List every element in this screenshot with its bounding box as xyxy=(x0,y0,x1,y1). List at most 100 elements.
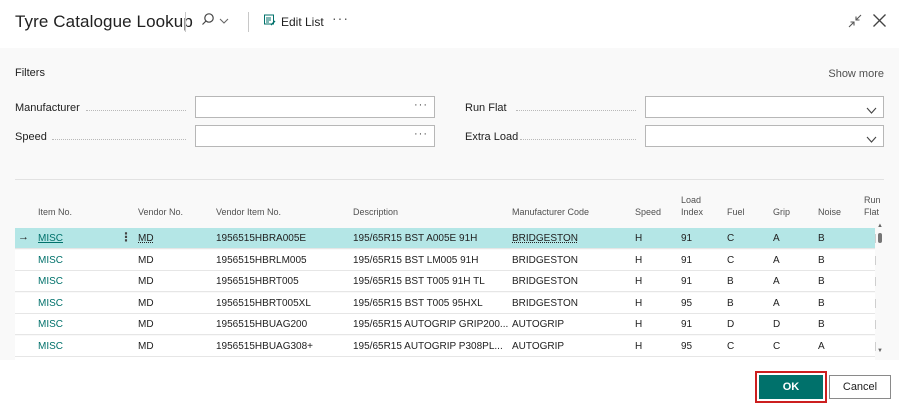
col-load-index-line1: Load xyxy=(681,195,702,205)
table-row[interactable]: → ⋮ MISC MD 1956515HBRA005E 195/65R15 BST A00… xyxy=(15,228,876,249)
cell-load-index: 91 xyxy=(681,254,693,266)
cell-vendor-no: MD xyxy=(138,233,154,244)
cell-noise: B xyxy=(818,297,825,309)
cell-item-no[interactable]: MISC xyxy=(38,276,63,287)
cell-noise: B xyxy=(818,233,825,244)
header-divider xyxy=(185,12,186,32)
dialog-title: Tyre Catalogue Lookup xyxy=(15,12,193,31)
cell-vendor-item-no: 1956515HBRT005XL xyxy=(216,297,311,309)
extra-load-select[interactable] xyxy=(645,125,884,147)
col-load-index[interactable]: Load Index xyxy=(681,194,703,218)
col-vendor-item-no[interactable]: Vendor Item No. xyxy=(216,206,281,218)
cell-description: 195/65R15 BST LM005 91H xyxy=(353,254,479,266)
col-run-flat-line1: Run xyxy=(864,195,881,205)
cell-description: 195/65R15 AUTOGRIP GRIP200... xyxy=(353,319,509,330)
speed-input[interactable]: ··· xyxy=(195,125,435,147)
table-row[interactable]: MISC MD 1956515HBRT005 195/65R15 BST T005 9… xyxy=(15,271,876,292)
col-item-no[interactable]: Item No. xyxy=(38,206,72,218)
cell-vendor-no: MD xyxy=(138,254,154,266)
cell-grip: A xyxy=(773,297,780,309)
run-flat-select[interactable] xyxy=(645,96,884,118)
manufacturer-lookup-button[interactable]: ··· xyxy=(414,99,428,111)
cell-item-no[interactable]: MISC xyxy=(38,319,63,330)
manufacturer-input[interactable]: ··· xyxy=(195,96,435,118)
cell-manufacturer-code: BRIDGESTON xyxy=(512,254,578,266)
ok-button[interactable]: OK xyxy=(759,375,823,399)
cell-vendor-no: MD xyxy=(138,297,154,309)
table-row[interactable]: MISC MD 1956515HBUAG308+ 195/65R15 AUTOGRIP… xyxy=(15,335,876,357)
header-divider-2 xyxy=(248,12,249,32)
col-vendor-no[interactable]: Vendor No. xyxy=(138,206,183,218)
cell-speed: H xyxy=(635,297,643,309)
col-run-flat-line2: Flat xyxy=(864,207,880,217)
table-scrollbar[interactable]: ▲ ▼ xyxy=(877,223,883,357)
run-flat-label: Run Flat xyxy=(465,102,507,114)
col-speed[interactable]: Speed xyxy=(635,206,661,218)
table-row[interactable]: MISCMD1956515HBUAG308P195/65R15 AUTOGRIP… xyxy=(15,357,875,361)
col-load-index-line2: Index xyxy=(681,207,704,217)
extra-load-label: Extra Load xyxy=(465,131,519,143)
col-noise[interactable]: Noise xyxy=(818,206,841,218)
cell-vendor-item-no: 1956515HBRT005 xyxy=(216,276,299,287)
col-grip[interactable]: Grip xyxy=(773,206,790,218)
manufacturer-label: Manufacturer xyxy=(15,102,80,114)
cell-vendor-item-no: 1956515HBRA005E xyxy=(216,233,307,244)
cell-noise: A xyxy=(818,340,825,352)
more-options-button[interactable]: ··· xyxy=(332,10,349,26)
cell-vendor-item-no: 1956515HBUAG200 xyxy=(216,319,308,330)
cell-run-flat xyxy=(875,320,876,329)
cell-load-index: 95 xyxy=(681,340,693,352)
cell-vendor-item-no: 1956515HBUAG308+ xyxy=(216,340,314,352)
table-row[interactable]: MISC MD 1956515HBRLM005 195/65R15 BST LM005… xyxy=(15,249,876,271)
cell-item-no[interactable]: MISC xyxy=(38,255,63,266)
scrollbar-thumb[interactable] xyxy=(878,233,882,243)
cell-grip: D xyxy=(773,319,781,330)
cancel-button[interactable]: Cancel xyxy=(829,375,891,399)
close-icon[interactable] xyxy=(872,13,887,33)
dialog-header: Tyre Catalogue Lookup Edit List ··· xyxy=(0,0,899,46)
cell-fuel: C xyxy=(727,233,735,244)
cell-speed: H xyxy=(635,276,643,287)
cell-fuel: D xyxy=(727,319,735,330)
speed-lookup-button[interactable]: ··· xyxy=(414,128,428,140)
search-button[interactable] xyxy=(201,12,229,31)
collapse-icon[interactable] xyxy=(848,14,862,33)
cell-manufacturer-code: AUTOGRIP xyxy=(512,319,565,330)
cell-fuel: B xyxy=(727,276,734,287)
cell-run-flat xyxy=(875,341,876,351)
cell-vendor-no: MD xyxy=(138,340,154,352)
cell-noise: B xyxy=(818,276,825,287)
cell-run-flat xyxy=(875,298,876,308)
col-manufacturer-code[interactable]: Manufacturer Code xyxy=(512,206,589,218)
edit-list-icon xyxy=(264,14,276,29)
extra-load-leader xyxy=(520,139,636,140)
scroll-down-icon[interactable]: ▼ xyxy=(877,348,883,354)
cell-description: 195/65R15 AUTOGRIP P308PL... xyxy=(353,340,503,352)
cell-load-index: 91 xyxy=(681,233,693,244)
edit-list-label: Edit List xyxy=(281,14,324,29)
filters-heading: Filters xyxy=(15,67,45,79)
edit-list-button[interactable]: Edit List xyxy=(264,14,324,29)
cell-fuel: C xyxy=(727,340,735,352)
filters-divider xyxy=(15,179,884,180)
scroll-up-icon[interactable]: ▲ xyxy=(877,223,883,229)
table-row[interactable]: MISC MD 1956515HBUAG200 195/65R15 AUTOGRIP … xyxy=(15,314,876,335)
cell-item-no[interactable]: MISC xyxy=(38,341,63,352)
cell-description: 195/65R15 BST T005 95HXL xyxy=(353,297,483,309)
cell-grip: A xyxy=(773,254,780,266)
col-run-flat[interactable]: Run Flat xyxy=(864,194,881,218)
cell-load-index: 91 xyxy=(681,319,693,330)
cell-item-no[interactable]: MISC xyxy=(38,233,63,244)
cell-vendor-item-no: 1956515HBRLM005 xyxy=(216,254,307,266)
cell-speed: H xyxy=(635,233,643,244)
col-fuel[interactable]: Fuel xyxy=(727,206,745,218)
show-more-link[interactable]: Show more xyxy=(828,68,884,80)
chevron-down-icon xyxy=(219,13,229,31)
table-row[interactable]: MISC MD 1956515HBRT005XL 195/65R15 BST T005… xyxy=(15,292,876,314)
row-actions-icon[interactable]: ⋮ xyxy=(120,230,132,244)
cell-item-no[interactable]: MISC xyxy=(38,298,63,309)
col-description[interactable]: Description xyxy=(353,206,398,218)
manufacturer-leader xyxy=(86,110,186,111)
cell-run-flat xyxy=(875,277,876,286)
cell-vendor-no: MD xyxy=(138,319,154,330)
